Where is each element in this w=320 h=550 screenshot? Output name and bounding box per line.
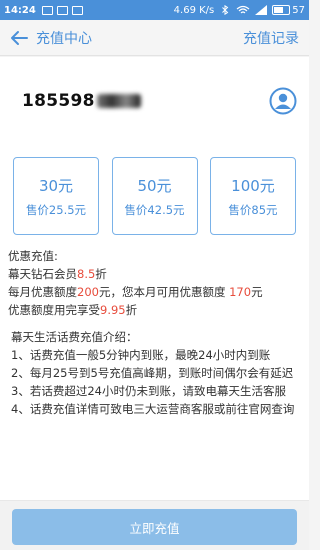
- phone-number[interactable]: 185598: [22, 91, 141, 111]
- recharge-now-button[interactable]: 立即充值: [12, 509, 297, 545]
- intro-item: 3、若话费超过24小时仍未到账，请致电幕天生活客服: [11, 384, 286, 398]
- page-title: 充值中心: [36, 30, 92, 47]
- after-quota-line: 优惠额度用完享受9.95折: [8, 301, 301, 319]
- image-notification-icon: [56, 5, 68, 15]
- intro-item: 2、每月25号到5号充值高峰期，到账时间偶尔会有延迟: [11, 366, 294, 380]
- contact-icon[interactable]: [269, 87, 297, 115]
- after-quota-rate: 9.95: [100, 303, 126, 317]
- member-discount-suffix: 折: [95, 267, 107, 281]
- monthly-quota-value: 200: [77, 285, 99, 299]
- bottom-bar: 立即充值: [0, 500, 309, 550]
- discount-info: 优惠充值: 幕天钻石会员8.5折 每月优惠额度200元，您本月可用优惠额度 17…: [0, 245, 309, 320]
- available-quota-value: 170: [229, 285, 252, 299]
- recharge-option-30[interactable]: 30元 售价25.5元: [13, 157, 99, 235]
- after-quota-suffix: 折: [125, 303, 138, 317]
- status-bar: 14:24 4.69 K/s 57: [0, 0, 309, 20]
- member-discount-line: 幕天钻石会员8.5折: [8, 265, 301, 283]
- monthly-quota-line: 每月优惠额度200元，您本月可用优惠额度 170元: [8, 283, 301, 301]
- status-time: 14:24: [4, 4, 36, 16]
- option-amount: 50元: [137, 176, 172, 195]
- available-quota-suffix: 元: [251, 285, 263, 299]
- phone-number-redacted: [96, 94, 141, 108]
- battery-icon: [272, 5, 291, 15]
- intro-item: 1、话费充值一般5分钟内到账，最晚24小时内到账: [11, 348, 271, 362]
- recharge-options: 30元 售价25.5元 50元 售价42.5元 100元 售价85元: [0, 145, 309, 245]
- intro-title: 幕天生活话费充值介绍：: [11, 330, 138, 344]
- member-discount-rate: 8.5: [77, 267, 96, 281]
- cell-signal-icon: [255, 5, 268, 15]
- after-quota-text: 优惠额度用完享受: [8, 303, 100, 317]
- back-button[interactable]: [10, 29, 28, 47]
- notification-icon: [41, 5, 53, 15]
- option-price: 售价42.5元: [124, 202, 185, 217]
- recharge-intro: 幕天生活话费充值介绍： 1、话费充值一般5分钟内到账，最晚24小时内到账 2、每…: [0, 320, 309, 500]
- intro-item: 4、话费充值详情可致电三大运营商客服或前往官网查询: [11, 402, 295, 416]
- recharge-history-link[interactable]: 充值记录: [243, 28, 299, 48]
- monthly-quota-text: 每月优惠额度: [8, 285, 77, 299]
- option-price: 售价25.5元: [25, 202, 87, 217]
- phone-number-section: 185598: [0, 57, 309, 145]
- monthly-quota-mid: 元，您本月可用优惠额度: [98, 285, 230, 299]
- wifi-icon: [236, 5, 250, 14]
- message-notification-icon: [71, 5, 83, 15]
- option-amount: 100元: [231, 176, 275, 195]
- member-discount-text: 幕天钻石会员: [8, 267, 77, 281]
- arrow-left-icon: [11, 30, 28, 45]
- discount-heading: 优惠充值:: [8, 249, 58, 263]
- app-bar: 充值中心 充值记录: [0, 20, 309, 56]
- battery-level: 57: [292, 4, 305, 16]
- bluetooth-icon: [222, 5, 229, 15]
- recharge-option-100[interactable]: 100元 售价85元: [210, 157, 296, 235]
- recharge-option-50[interactable]: 50元 售价42.5元: [111, 157, 198, 235]
- battery-indicator: 57: [272, 5, 305, 16]
- option-amount: 30元: [38, 176, 74, 195]
- network-speed: 4.69 K/s: [173, 4, 215, 16]
- option-price: 售价85元: [228, 202, 278, 217]
- phone-number-prefix: 185598: [22, 91, 95, 111]
